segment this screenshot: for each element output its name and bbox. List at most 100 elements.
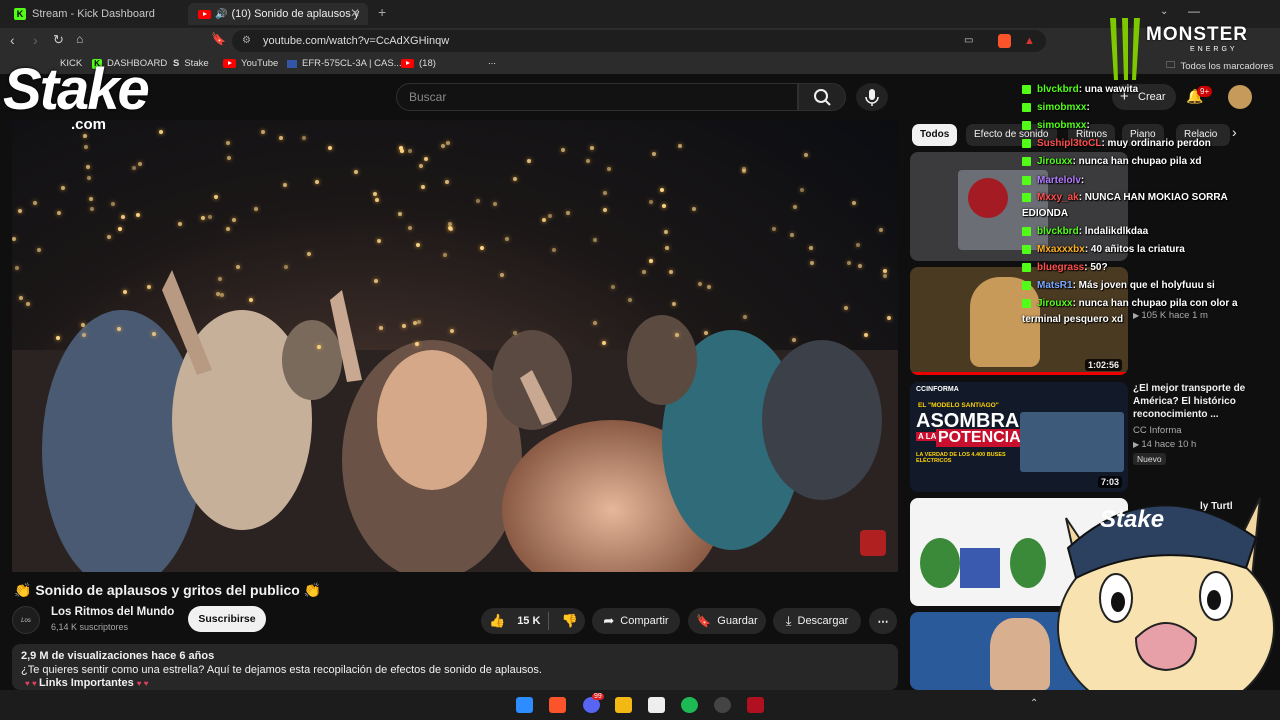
thumb-red-car — [968, 178, 1008, 218]
light-dot — [809, 246, 813, 250]
light-dot — [672, 302, 676, 306]
chip-todos[interactable]: Todos — [912, 124, 958, 146]
back-icon[interactable]: ‹ — [10, 32, 15, 48]
chat-message: Jirouxx : nunca han chupao pila xd — [1022, 156, 1201, 167]
light-dot — [603, 208, 607, 212]
zoom-icon[interactable] — [648, 697, 665, 713]
light-dot — [33, 201, 37, 205]
bookmark-overflow[interactable]: ... — [488, 56, 496, 67]
bookmark-stake[interactable]: S Stake — [173, 58, 209, 69]
download-button[interactable]: ⤓ Descargar — [773, 608, 861, 634]
light-dot — [669, 270, 673, 274]
close-tab-icon[interactable]: ✕ — [350, 6, 360, 20]
dislike-icon[interactable]: 👎 — [561, 613, 577, 629]
search-button[interactable] — [798, 83, 846, 111]
light-dot — [302, 136, 306, 140]
light-dot — [117, 327, 121, 331]
recommended-thumb-3[interactable]: CCINFORMA EL "MODELO SANTIAGO" ASOMBRA A… — [910, 382, 1128, 492]
tray-chevron-icon[interactable]: ⌃ — [1030, 698, 1038, 709]
more-actions-icon[interactable]: ⋯ — [869, 608, 897, 634]
cast-icon[interactable]: ▭ — [964, 30, 973, 52]
thumb-text-5: LA VERDAD DE LOS 4.400 BUSES ELÉCTRICOS — [916, 452, 1006, 464]
bookmark-youtube-18[interactable]: (18) — [401, 58, 436, 69]
kick-badge-icon — [1022, 227, 1031, 236]
light-dot — [678, 144, 682, 148]
heart-icon: ♥ ♥ — [25, 679, 39, 688]
new-tab-button[interactable]: + — [378, 4, 386, 20]
light-dot — [218, 277, 222, 281]
light-dot — [607, 167, 611, 171]
stake-cat-mascot: Stake — [1046, 478, 1280, 719]
voice-search-button[interactable] — [856, 83, 888, 111]
chat-message: simobmxx : — [1022, 102, 1090, 113]
forward-icon[interactable]: › — [33, 32, 38, 48]
file-explorer-icon[interactable] — [615, 697, 632, 713]
kick-badge-icon — [1022, 263, 1031, 272]
chevron-right-icon[interactable]: › — [1232, 124, 1237, 140]
light-dot — [317, 345, 321, 349]
brave-rewards-icon[interactable]: ▲ — [1024, 30, 1035, 52]
bookmark-casio[interactable]: EFR-575CL-3A | CAS... — [287, 58, 402, 69]
tab-youtube-video[interactable]: 🔊 (10) Sonido de aplausos y ✕ — [188, 3, 368, 25]
light-dot — [373, 192, 377, 196]
light-dot — [132, 166, 136, 170]
windows-start-icon[interactable] — [516, 697, 533, 713]
kick-badge-icon — [1022, 85, 1031, 94]
search-input[interactable]: Buscar — [396, 83, 798, 111]
light-dot — [377, 239, 381, 243]
light-dot — [445, 180, 449, 184]
light-dot — [283, 183, 287, 187]
youtube-icon — [198, 9, 211, 19]
light-dot — [56, 336, 60, 340]
kick-badge-icon — [1022, 176, 1031, 185]
video-player[interactable] — [12, 120, 898, 572]
save-button[interactable]: 🔖 Guardar — [688, 608, 766, 634]
light-dot — [449, 227, 453, 231]
bookmark-youtube[interactable]: YouTube — [223, 58, 278, 69]
app-triangle-icon[interactable] — [747, 697, 764, 713]
light-dot — [328, 146, 332, 150]
description-box[interactable]: 2,9 M de visualizaciones hace 6 años ¿Te… — [12, 644, 898, 690]
light-dot — [446, 141, 450, 145]
light-dot — [415, 342, 419, 346]
channel-watermark-icon[interactable] — [860, 530, 886, 556]
light-dot — [772, 227, 776, 231]
light-dot — [852, 201, 856, 205]
subscribe-button[interactable]: Suscribirse — [188, 606, 266, 632]
light-dot — [374, 279, 378, 283]
light-dot — [419, 164, 423, 168]
obs-icon[interactable] — [714, 697, 731, 713]
light-dot — [883, 274, 887, 278]
spotify-icon[interactable] — [681, 697, 698, 713]
light-dot — [548, 214, 552, 218]
light-dot — [883, 269, 887, 273]
avatar[interactable] — [1228, 85, 1252, 109]
like-icon[interactable]: 👍 — [489, 613, 505, 629]
home-icon[interactable]: ⌂ — [76, 32, 83, 46]
site-info-icon[interactable]: ⚙ — [242, 30, 251, 52]
monster-energy-logo: MONSTER ENERGY — [1100, 14, 1280, 84]
brave-shield-icon[interactable] — [998, 34, 1011, 48]
recommended-info-3[interactable]: ¿El mejor transporte de América? El hist… — [1133, 382, 1273, 465]
brave-icon[interactable] — [549, 697, 566, 713]
light-dot — [649, 200, 653, 204]
url-field[interactable]: ⚙ youtube.com/watch?v=CcAdXGHinqw ▭ ▲ — [232, 30, 1046, 52]
tab-kick-dashboard[interactable]: K Stream - Kick Dashboard — [4, 3, 184, 25]
reload-icon[interactable]: ↻ — [53, 32, 64, 48]
channel-avatar[interactable]: Los Ritmos — [12, 606, 40, 652]
light-dot — [856, 243, 860, 247]
links-line: ♥ ♥ Links Importantes ♥ ♥ — [25, 677, 149, 689]
light-dot — [590, 146, 594, 150]
like-count[interactable]: 15 K — [517, 615, 540, 627]
channel-name[interactable]: Los Ritmos del Mundo — [51, 606, 174, 618]
light-dot — [15, 266, 19, 270]
chat-username: MatsR1 — [1037, 280, 1073, 291]
light-dot — [279, 136, 283, 140]
light-dot — [121, 215, 125, 219]
bookmark-icon[interactable]: 🔖 — [211, 32, 226, 46]
share-button[interactable]: ➦ Compartir — [592, 608, 680, 634]
chat-message: simobmxx : — [1022, 120, 1090, 131]
light-dot — [800, 188, 804, 192]
light-dot — [107, 235, 111, 239]
chat-username: blvckbrd — [1037, 84, 1079, 95]
